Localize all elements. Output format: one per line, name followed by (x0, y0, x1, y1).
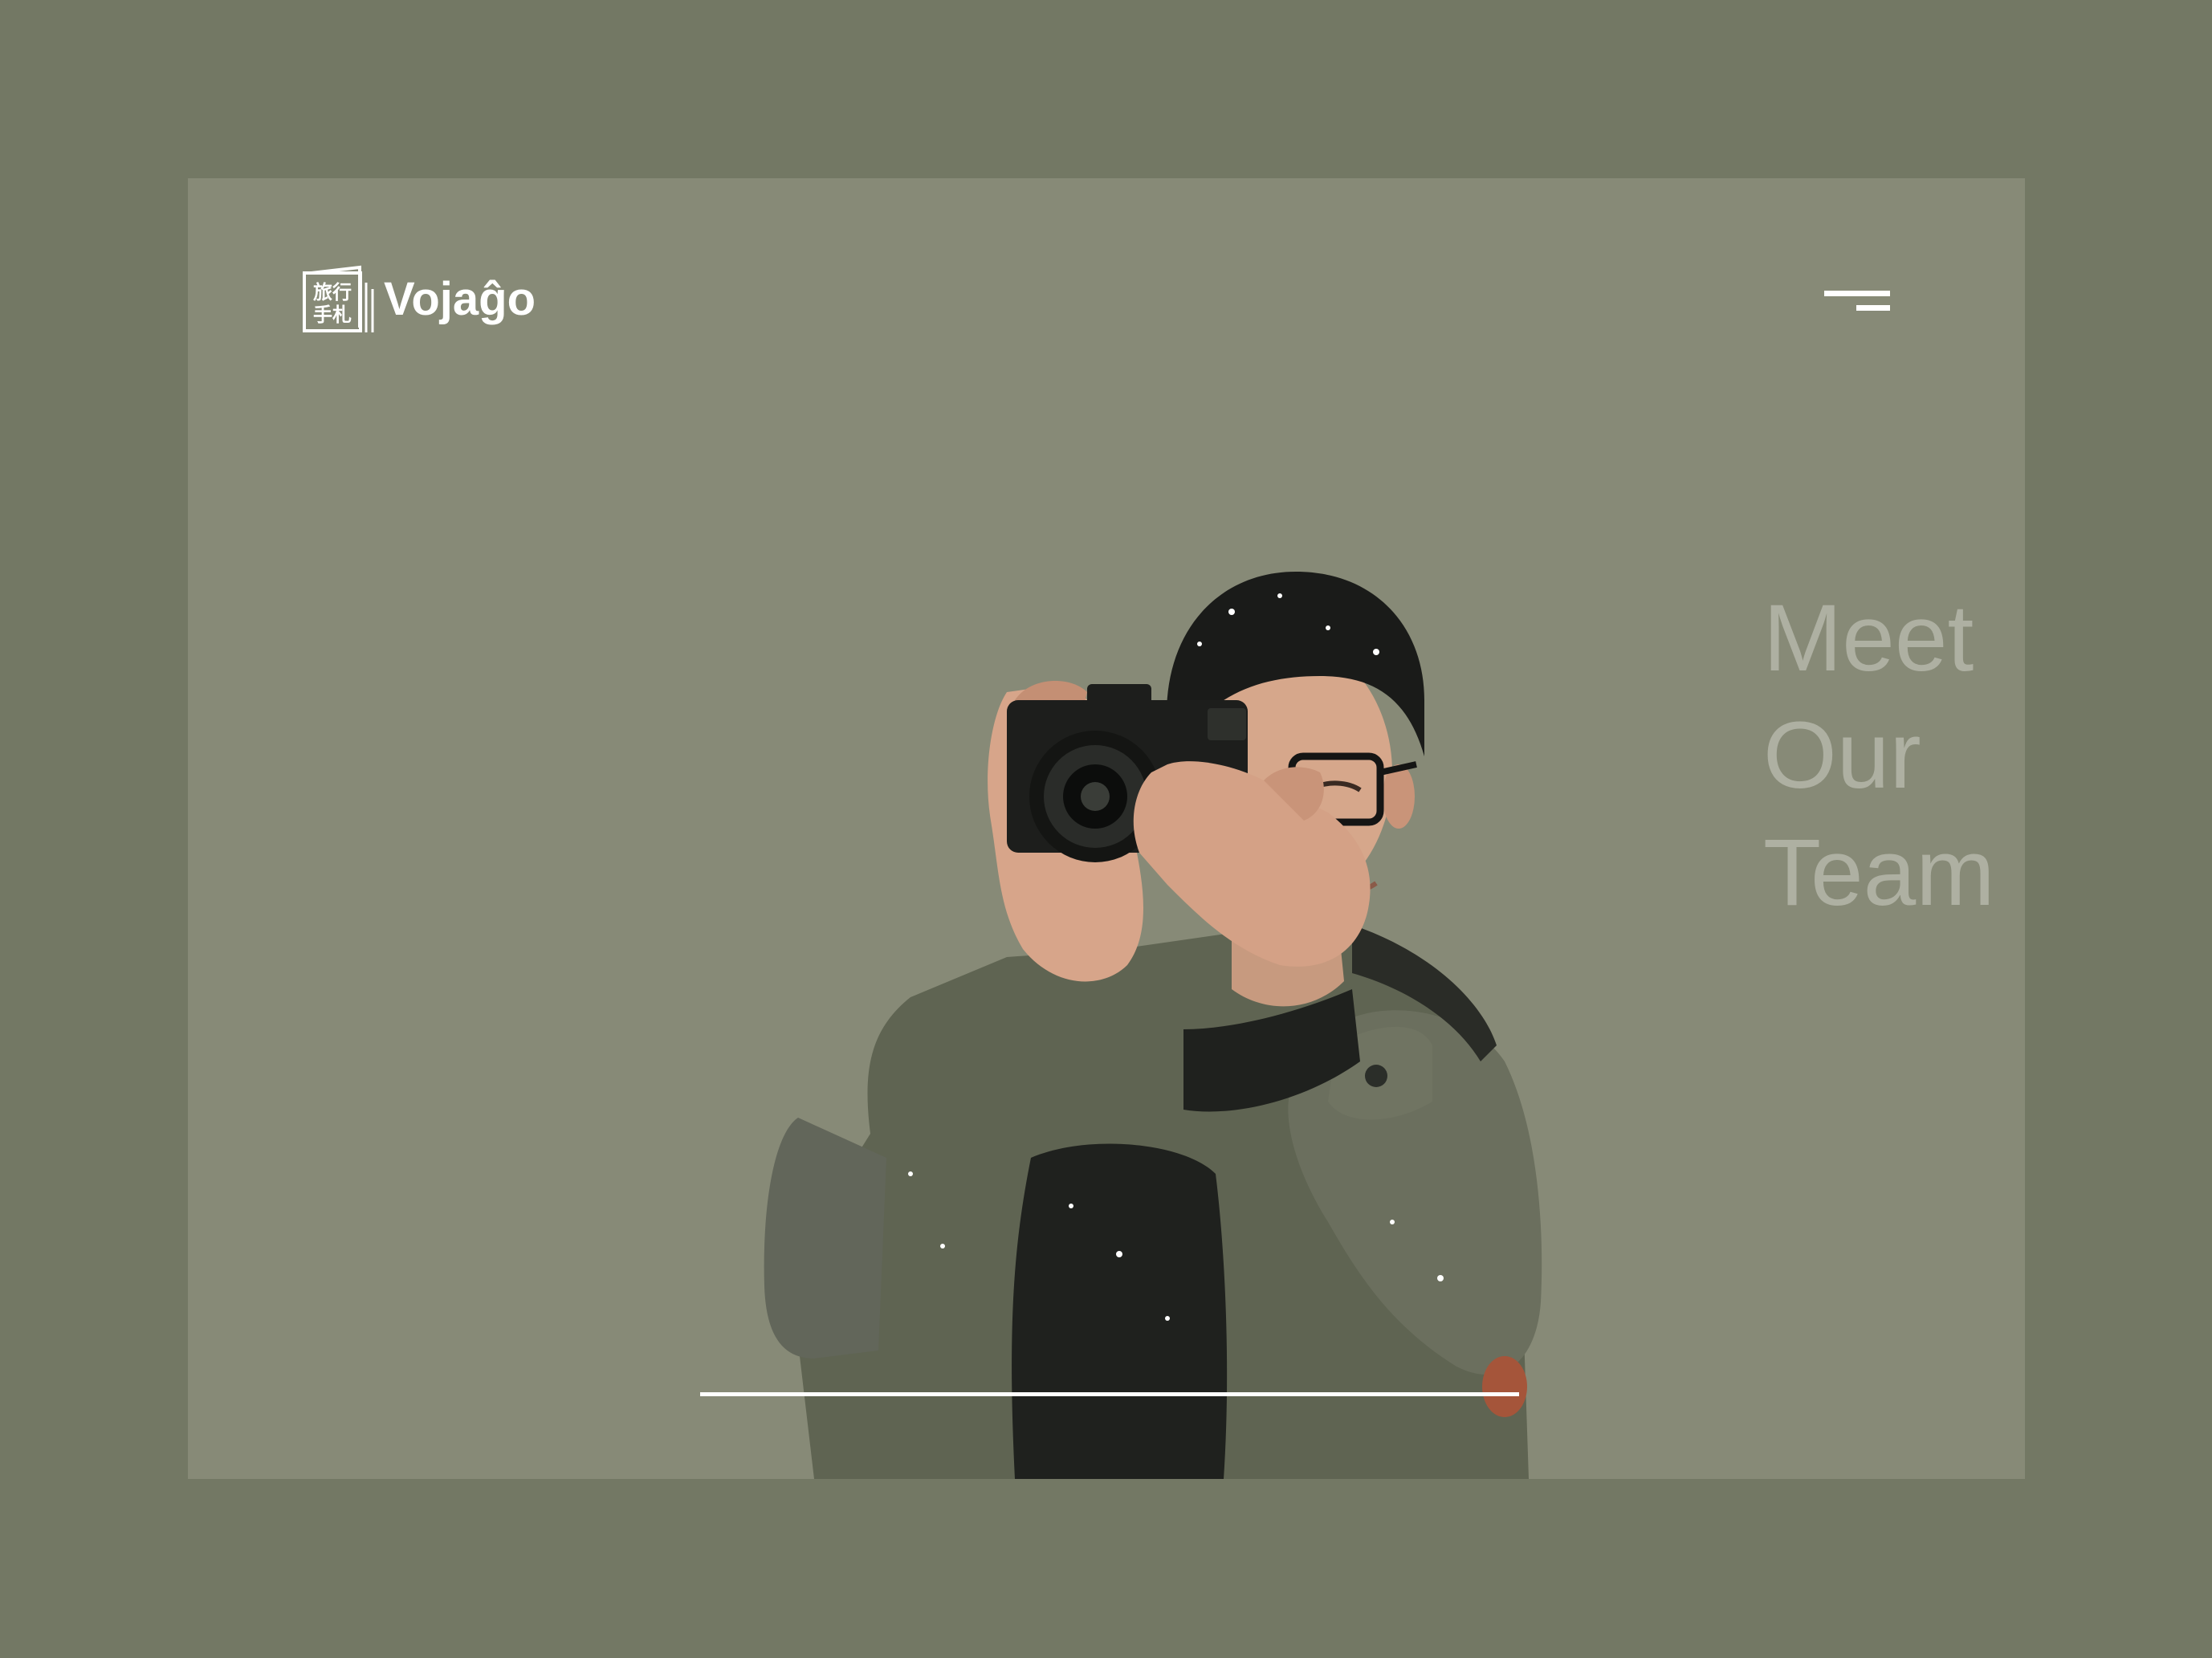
headline-line-3: Team (1763, 820, 1995, 926)
logo-mark-line2: 手札 (313, 303, 352, 326)
headline-line-2: Our (1763, 703, 1921, 809)
headline-line-1: Meet (1763, 585, 1974, 691)
meet-our-team-heading: Meet Our Team (1763, 580, 1995, 931)
logo-book-icon: 旅行 手札 (302, 265, 376, 334)
hero-card: 旅行 手札 Vojaĝo Meet Our Team (188, 178, 2025, 1479)
hero-divider (700, 1392, 1519, 1396)
hamburger-menu-icon[interactable] (1824, 291, 1892, 315)
logo[interactable]: 旅行 手札 Vojaĝo (302, 265, 536, 334)
logo-mark-line1: 旅行 (313, 281, 352, 303)
menu-bar-top (1824, 291, 1890, 296)
hero-photo (670, 435, 1713, 1479)
brand-name: Vojaĝo (384, 273, 536, 325)
menu-bar-bottom (1856, 305, 1890, 311)
